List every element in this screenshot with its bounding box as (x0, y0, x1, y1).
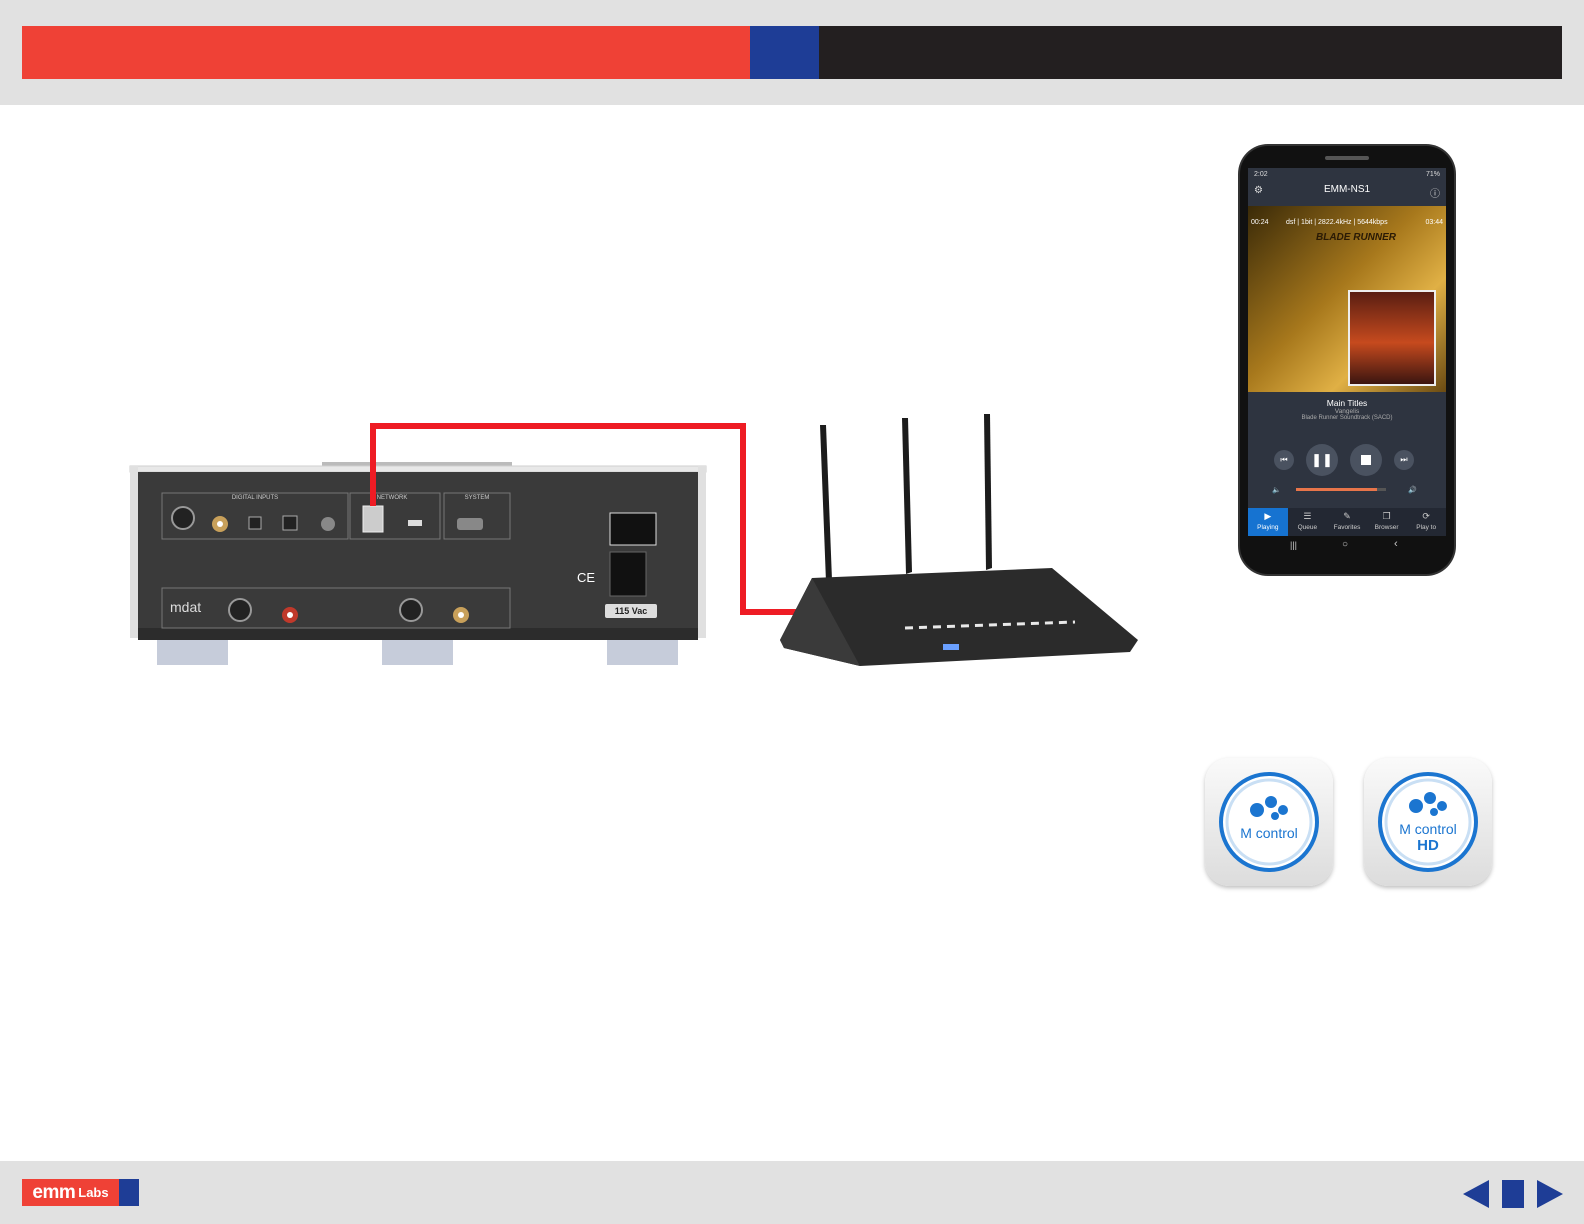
pause-button[interactable]: ❚❚ (1306, 444, 1338, 476)
logo-blue-block (119, 1179, 139, 1206)
browser-icon: ❐ (1382, 511, 1391, 521)
info-icon[interactable]: ⓘ (1430, 185, 1440, 200)
android-nav-bar: ||| ○ ‹ (1248, 536, 1446, 556)
previous-icon (1463, 1180, 1489, 1208)
next-icon (1537, 1180, 1563, 1208)
logo-sub: Labs (78, 1185, 109, 1200)
logo-red-block: emm Labs (22, 1179, 119, 1206)
tab-playing[interactable]: ▶ Playing (1248, 508, 1288, 536)
mcontrol-hd-app-icon[interactable]: M control HD (1364, 758, 1492, 886)
mcontrol-logo: M control (1219, 772, 1319, 872)
header-bar-black (819, 26, 1562, 79)
digital-inputs-label: DIGITAL INPUTS (232, 495, 278, 501)
tab-bar: ▶ Playing ☰ Queue ✎ Favorites ❐ Browser ⟳ Pla… (1248, 508, 1446, 536)
emm-labs-logo: emm Labs (22, 1179, 139, 1206)
track-title: Main Titles (1326, 398, 1368, 408)
ethernet-port (362, 505, 384, 533)
volume-slider[interactable] (1296, 488, 1386, 491)
status-battery: 71% (1425, 171, 1440, 178)
mdat-brand: mdat (170, 599, 201, 615)
phone-screen: 2:02 71% ⚙ EMM-NS1 ⓘ BLADE RUNNER 00:24 … (1248, 168, 1446, 556)
next-page-button[interactable] (1537, 1180, 1563, 1208)
app-name: M control (1399, 821, 1457, 837)
playback-controls: ⏮ ❚❚ ⏭ (1248, 440, 1446, 480)
tab-label: Favorites (1333, 524, 1361, 531)
track-info: Main Titles Vangelis Blade Runner Soundt… (1248, 398, 1446, 421)
voltage-label: 115 Vac (615, 606, 648, 616)
network-label: NETWORK (377, 495, 408, 501)
tab-label: Play to (1416, 524, 1437, 531)
next-track-button[interactable]: ⏭ (1394, 450, 1414, 470)
stop-button[interactable] (1350, 444, 1382, 476)
format-line: dsf | 1bit | 2822.4kHz | 5644kbps (1286, 219, 1388, 226)
phone-speaker (1325, 156, 1369, 160)
stop-icon (1361, 455, 1371, 465)
tab-label: Queue (1297, 524, 1318, 531)
footer-band (0, 1161, 1584, 1224)
volume-down-icon[interactable]: 🔈 (1272, 486, 1281, 494)
dac-rear-panel: DIGITAL INPUTS NETWORK SYSTEM CE 115 Vac… (129, 462, 707, 665)
album-art: BLADE RUNNER (1248, 206, 1446, 392)
tab-label: Playing (1257, 524, 1279, 531)
status-time: 2:02 (1254, 171, 1268, 178)
previous-page-button[interactable] (1463, 1180, 1489, 1208)
volume-up-icon[interactable]: 🔊 (1408, 486, 1417, 494)
previous-track-button[interactable]: ⏮ (1274, 450, 1294, 470)
album-cover (1348, 290, 1436, 386)
play-to-icon: ⟳ (1422, 511, 1430, 521)
router (780, 414, 1138, 666)
phone: 2:02 71% ⚙ EMM-NS1 ⓘ BLADE RUNNER 00:24 … (1240, 146, 1454, 574)
header-bar-red (22, 26, 750, 79)
back-icon[interactable]: ‹ (1394, 538, 1398, 550)
system-label: SYSTEM (465, 495, 490, 501)
app-suffix: HD (1417, 837, 1439, 854)
mcontrol-hd-logo: M control HD (1378, 772, 1478, 872)
tab-browser[interactable]: ❐ Browser (1367, 508, 1407, 536)
home-circle-icon[interactable]: ○ (1342, 539, 1348, 550)
track-album: Blade Runner Soundtrack (SACD) (1301, 415, 1393, 421)
play-icon: ▶ (1264, 511, 1272, 521)
volume-fill (1296, 488, 1377, 491)
home-page-button[interactable] (1502, 1180, 1524, 1208)
ce-mark: CE (577, 570, 595, 585)
mcontrol-app-icon[interactable]: M control (1205, 758, 1333, 886)
tab-play-to[interactable]: ⟳ Play to (1406, 508, 1446, 536)
album-art-text: BLADE RUNNER (1316, 232, 1396, 243)
tab-queue[interactable]: ☰ Queue (1288, 508, 1328, 536)
recents-icon[interactable]: ||| (1290, 540, 1297, 550)
logo-main: emm (32, 1181, 76, 1203)
app-name: M control (1240, 825, 1298, 841)
favorites-icon: ✎ (1343, 511, 1351, 521)
queue-icon: ☰ (1303, 511, 1312, 521)
elapsed-time: 00:24 (1251, 219, 1269, 226)
tab-label: Browser (1374, 524, 1399, 531)
device-title: EMM-NS1 (1323, 184, 1371, 195)
tab-favorites[interactable]: ✎ Favorites (1327, 508, 1367, 536)
track-artist: Vangelis (1334, 408, 1360, 415)
duration: 03:44 (1425, 219, 1443, 226)
header-bar-blue (750, 26, 819, 79)
connection-diagram: DIGITAL INPUTS NETWORK SYSTEM CE 115 Vac… (129, 414, 1138, 666)
